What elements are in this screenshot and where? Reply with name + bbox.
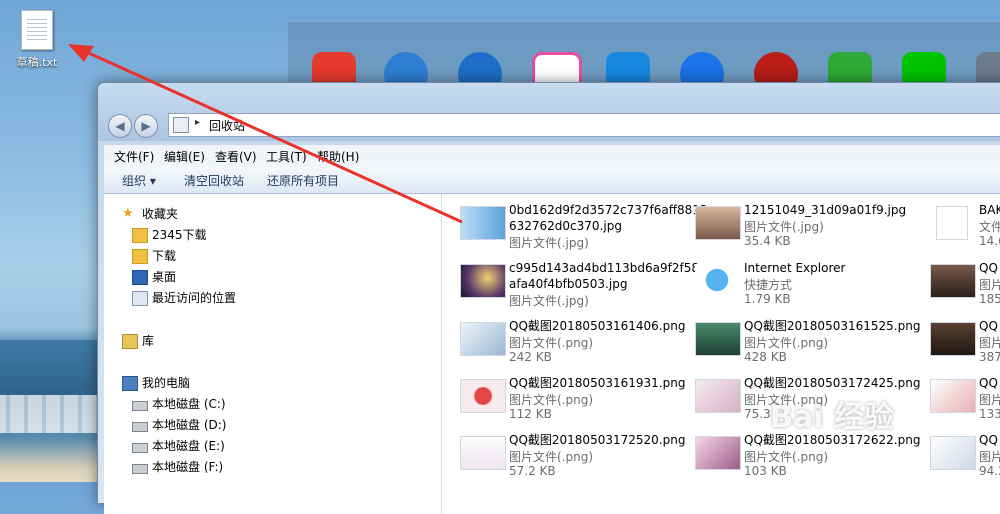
arrow-line [81, 48, 463, 224]
watermark: Bai 经验 [770, 400, 894, 435]
